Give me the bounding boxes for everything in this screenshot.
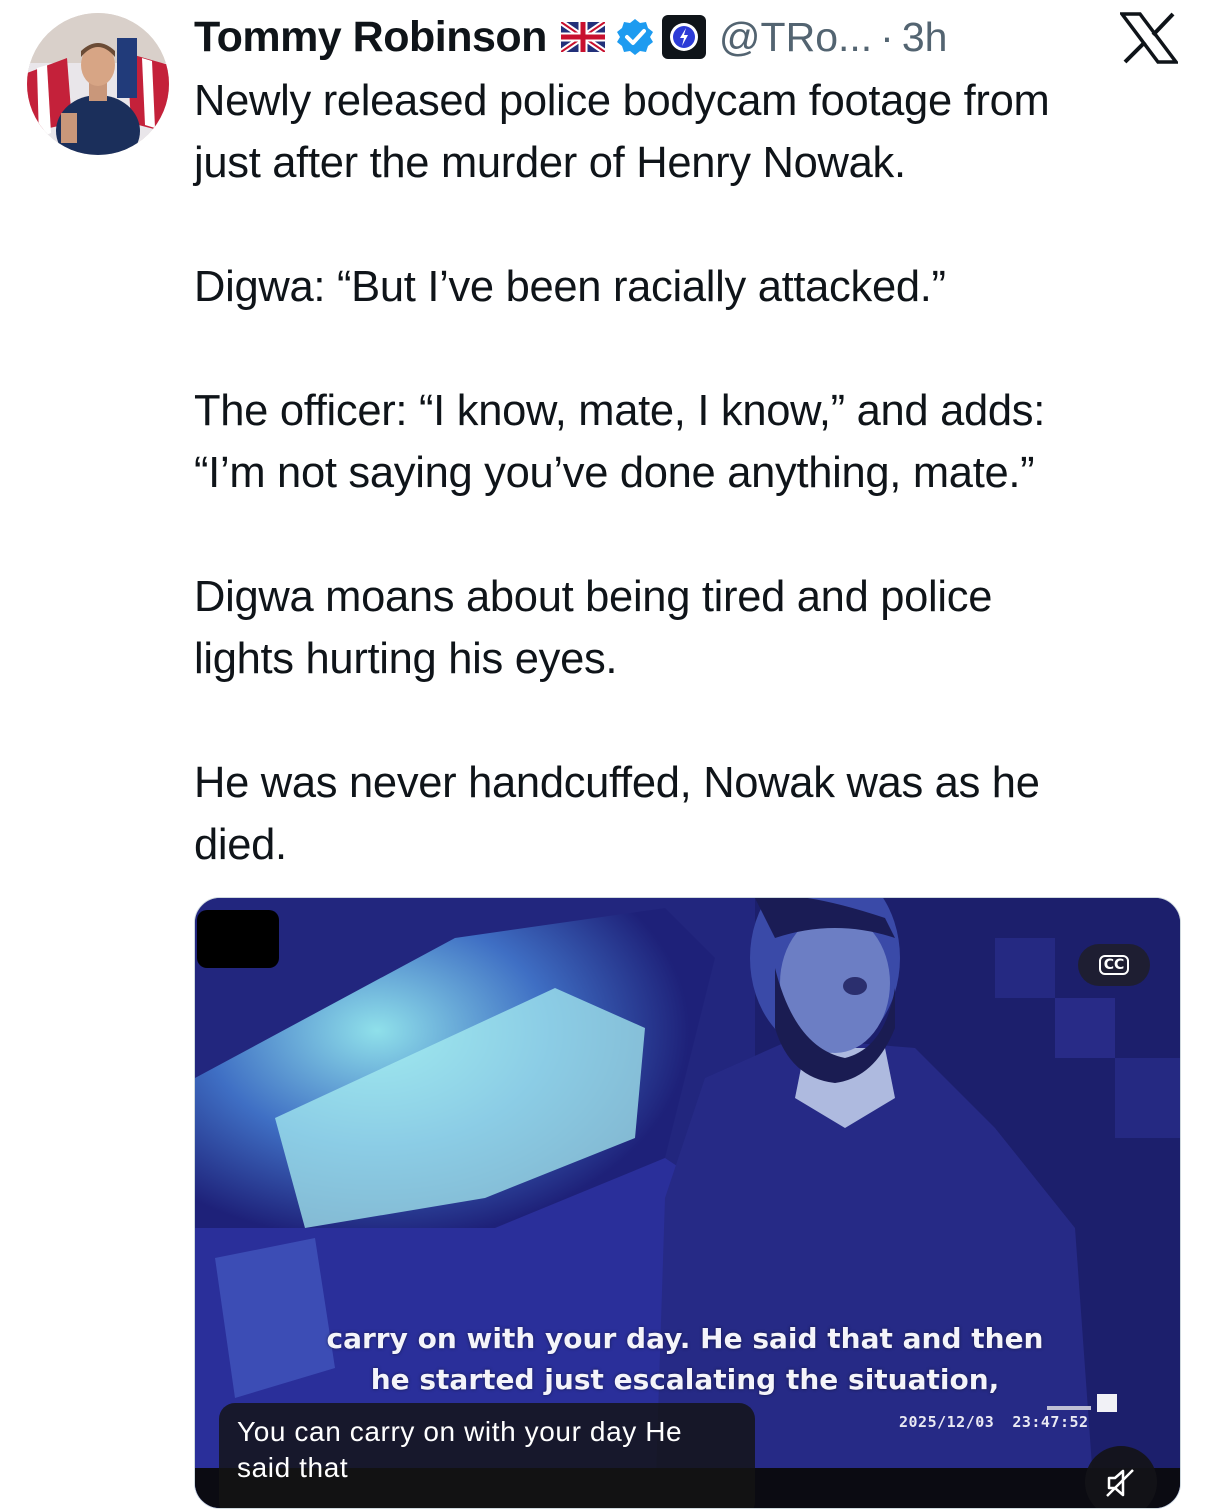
author-handle[interactable]: @TRo... bbox=[719, 14, 872, 61]
tweet-line: just after the murder of Henry Nowak. bbox=[194, 139, 906, 187]
author-avatar[interactable] bbox=[27, 13, 169, 155]
burned-in-subtitle: carry on with your day. He said that and… bbox=[315, 1318, 1055, 1400]
tweet-line: Digwa moans about being tired and police bbox=[194, 573, 993, 621]
post-time[interactable]: 3h bbox=[902, 14, 948, 61]
tweet-line: He was never handcuffed, Nowak was as he bbox=[194, 759, 1040, 807]
speaker-muted-icon bbox=[1106, 1469, 1134, 1497]
mute-button[interactable] bbox=[1085, 1446, 1157, 1508]
avatar-image bbox=[27, 13, 169, 155]
caption-line: You can carry on with your day He bbox=[237, 1416, 683, 1447]
subtitle-line: carry on with your day. He said that and… bbox=[326, 1322, 1044, 1355]
tweet-text: Newly released police bodycam footage fr… bbox=[194, 70, 1184, 876]
tweet-line: lights hurting his eyes. bbox=[194, 635, 618, 683]
closed-caption-overlay: You can carry on with your day He said t… bbox=[219, 1403, 755, 1508]
video-player[interactable]: CC carry on with your day. He said that … bbox=[194, 897, 1181, 1509]
captions-button[interactable]: CC bbox=[1078, 944, 1150, 986]
tweet-paragraph: Newly released police bodycam footage fr… bbox=[194, 70, 1184, 194]
verified-badge-icon[interactable] bbox=[615, 17, 655, 57]
united-kingdom-flag-icon bbox=[560, 22, 605, 52]
redaction-box bbox=[197, 910, 279, 968]
tweet-line: Newly released police bodycam footage fr… bbox=[194, 77, 1050, 125]
x-logo-icon[interactable] bbox=[1120, 12, 1178, 64]
bodycam-indicator-bar bbox=[1047, 1406, 1091, 1410]
tweet-header: Tommy Robinson @TRo... · 3h bbox=[194, 8, 947, 66]
author-name[interactable]: Tommy Robinson bbox=[194, 13, 547, 62]
tweet-line: The officer: “I know, mate, I know,” and… bbox=[194, 387, 1045, 435]
dot-separator: · bbox=[880, 13, 894, 60]
subtitle-line: he started just escalating the situation… bbox=[370, 1363, 1000, 1396]
tweet-paragraph: He was never handcuffed, Nowak was as he… bbox=[194, 752, 1184, 876]
caption-line: said that bbox=[237, 1452, 349, 1483]
cc-icon: CC bbox=[1098, 955, 1130, 975]
affiliate-badge-icon[interactable] bbox=[661, 14, 707, 60]
bodycam-indicator bbox=[1097, 1394, 1117, 1412]
tweet-line: “I’m not saying you’ve done anything, ma… bbox=[194, 449, 1035, 497]
timestamp-date: 2025/12/03 bbox=[899, 1413, 995, 1431]
tweet-paragraph: Digwa: “But I’ve been racially attacked.… bbox=[194, 256, 1184, 318]
tweet-line: died. bbox=[194, 821, 287, 869]
bodycam-timestamp: 2025/12/03 23:47:52 bbox=[899, 1413, 1089, 1431]
timestamp-time: 23:47:52 bbox=[1012, 1413, 1089, 1431]
tweet-line: Digwa: “But I’ve been racially attacked.… bbox=[194, 263, 946, 311]
tweet-paragraph: Digwa moans about being tired and police… bbox=[194, 566, 1184, 690]
tweet-paragraph: The officer: “I know, mate, I know,” and… bbox=[194, 380, 1184, 504]
